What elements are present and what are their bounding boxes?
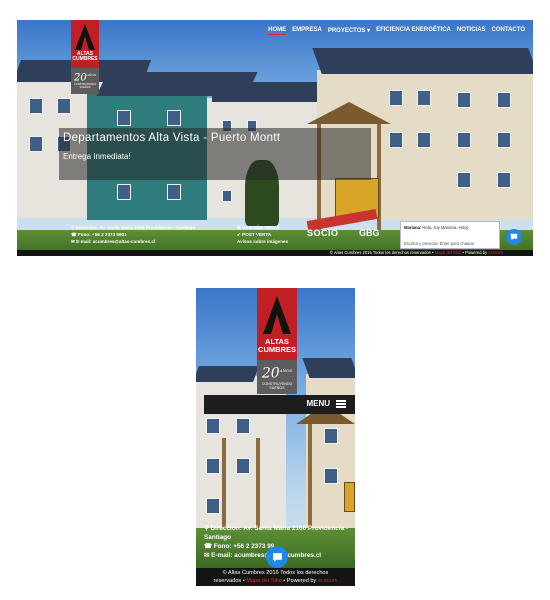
logo[interactable]: ALTAS CUMBRES <box>71 20 99 68</box>
footer: © Altas Cumbres 2016 Todos los derechos … <box>17 250 533 256</box>
nav-home[interactable]: HOME <box>268 27 287 35</box>
window <box>457 172 471 188</box>
footer-copyright: © Altas Cumbres 2016 Todos los derechos <box>222 570 329 576</box>
sales-links: ✱ GESTIÓN VENTA ✔ POST VENTA Avisos sobr… <box>237 224 288 245</box>
badge-subtitle: CONSTRUYENDO SUEÑOS <box>73 83 97 90</box>
footer-sitemap-link[interactable]: Mapa del Sitio <box>435 250 462 255</box>
window <box>236 418 250 434</box>
link-avisos[interactable]: Avisos sobre imágenes <box>237 238 288 245</box>
mobile-page: ALTAS CUMBRES 20AÑOS CONSTRUYENDO SUEÑOS… <box>196 288 355 586</box>
contact-address: ⚲ Dirección: Av. Santa María 2160 Provid… <box>204 525 349 541</box>
window <box>497 132 511 148</box>
roof-right <box>302 358 355 378</box>
chat-widget[interactable]: Mariana: Hola, soy Mariana, estoy Escrib… <box>400 221 500 249</box>
window <box>389 90 403 106</box>
window <box>417 90 431 106</box>
logo-text: ALTAS CUMBRES <box>257 338 297 354</box>
footer-line2: reservados • Mapa del Sitio • Powered by… <box>213 578 338 584</box>
window <box>117 110 131 126</box>
contact-phone[interactable]: ☎ Fono: +56 2 2373 9901 <box>71 231 195 238</box>
footer-copyright: © Altas Cumbres 2016 Todos los derechos … <box>329 250 434 255</box>
footer-powered-link[interactable]: ecsoum <box>488 250 503 255</box>
phone-icon: ☎ <box>204 543 214 550</box>
anniversary-badge: 20AÑOS CONSTRUYENDO SUEÑOS <box>257 360 297 394</box>
window <box>497 172 511 188</box>
chat-input[interactable]: Escriba y presione Enter para chatear <box>404 241 474 246</box>
window <box>206 498 220 514</box>
chat-bubble-icon <box>510 233 518 241</box>
logo-mark-cutout <box>81 36 89 50</box>
partner-logo-1: SOCIO <box>307 228 339 238</box>
logo-mark-cutout <box>271 314 283 334</box>
window <box>57 98 71 114</box>
footer-sitemap-link[interactable]: Mapa del Sitio <box>246 578 281 584</box>
logo[interactable]: ALTAS CUMBRES <box>257 288 297 360</box>
window <box>324 428 338 444</box>
mobile-menu-bar[interactable]: MENU <box>204 395 355 414</box>
nav-empresa[interactable]: EMPRESA <box>292 27 322 35</box>
hero-subtitle: Entrega Inmediata! <box>63 152 131 161</box>
footer-powered-link[interactable]: ecsoum <box>318 578 338 584</box>
nav-proyectos[interactable]: PROYECTOS ▾ <box>328 27 370 35</box>
footer: © Altas Cumbres 2016 Todos los derechos … <box>196 568 355 586</box>
playground-panel <box>344 482 355 512</box>
window <box>29 98 43 114</box>
window <box>497 92 511 108</box>
window <box>222 190 232 202</box>
footer-powered: • Powered by <box>462 250 488 255</box>
nav-eficiencia[interactable]: EFICIENCIA ENERGÉTICA <box>376 27 451 35</box>
menu-label: MENU <box>306 399 330 408</box>
main-nav: HOME EMPRESA PROYECTOS ▾ EFICIENCIA ENER… <box>268 27 525 35</box>
chat-bubble-icon <box>272 552 282 562</box>
window <box>417 132 431 148</box>
window <box>206 458 220 474</box>
hero-caption[interactable]: Departamentos Alta Vista - Puerto Montt … <box>59 128 371 180</box>
window <box>117 184 131 200</box>
chat-greeting: Mariana: Hola, soy Mariana, estoy <box>404 225 469 230</box>
window <box>457 92 471 108</box>
link-post-venta[interactable]: ✔ POST VENTA <box>237 231 288 238</box>
badge-number: 20AÑOS <box>73 72 97 84</box>
window <box>167 184 181 200</box>
roof-left <box>196 366 259 382</box>
window <box>206 418 220 434</box>
contact-address: ⚲ Dirección: Av. Santa María 2160 Provid… <box>71 225 196 230</box>
partner-logo-2: GBG <box>359 228 380 238</box>
badge-number: 20AÑOS <box>261 365 293 382</box>
window <box>236 458 250 474</box>
contact-email[interactable]: ✉ E-mail: acumbres@altas-cumbres.cl <box>71 238 195 245</box>
phone-icon: ☎ <box>71 232 78 237</box>
hamburger-icon[interactable] <box>336 400 346 408</box>
nav-noticias[interactable]: NOTICIAS <box>457 27 486 35</box>
window <box>457 132 471 148</box>
contact-info: ⚲ Dirección: Av. Santa María 2160 Provid… <box>71 224 195 245</box>
desktop-page: ALTAS CUMBRES 20AÑOS CONSTRUYENDO SUEÑOS… <box>17 20 533 256</box>
window <box>167 110 181 126</box>
link-gestion-venta[interactable]: ✱ GESTIÓN VENTA <box>237 224 288 231</box>
anniversary-badge: 20AÑOS CONSTRUYENDO SUEÑOS <box>71 68 99 94</box>
roof-center <box>212 82 332 102</box>
window <box>389 132 403 148</box>
badge-subtitle: CONSTRUYENDO SUEÑOS <box>261 381 293 390</box>
nav-contacto[interactable]: CONTACTO <box>492 27 525 35</box>
chat-button[interactable] <box>506 229 522 245</box>
hero-title: Departamentos Alta Vista - Puerto Montt <box>63 132 281 144</box>
window <box>29 136 43 152</box>
roof-right <box>312 48 533 74</box>
window <box>324 468 338 484</box>
logo-text: ALTAS CUMBRES <box>71 51 99 63</box>
logo-line2: CUMBRES <box>72 56 98 63</box>
logo-line2: CUMBRES <box>258 344 296 354</box>
chat-button[interactable] <box>266 546 288 568</box>
